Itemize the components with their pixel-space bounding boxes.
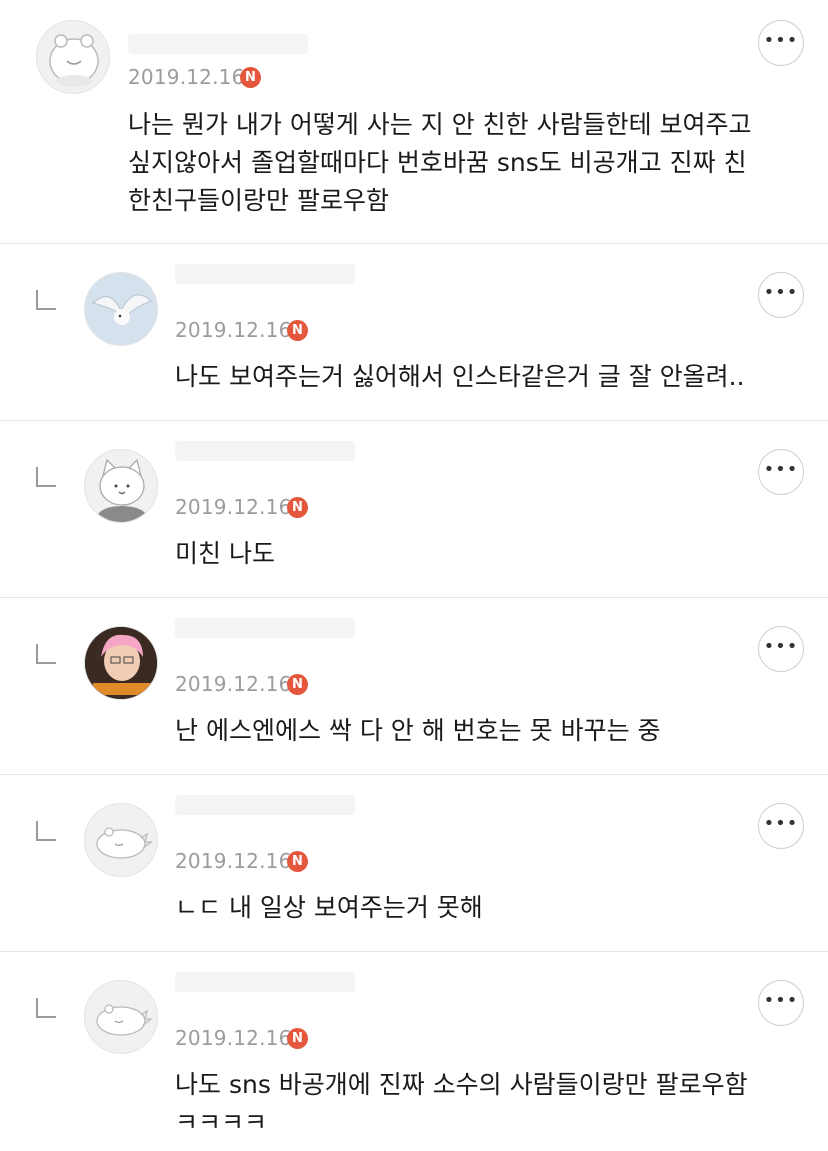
bird-photo-avatar[interactable] [84,272,158,346]
reply-arrow-icon [36,290,56,310]
nickname[interactable] [175,437,355,465]
reply-item: 2019.12.16 N ••• 난 에스엔에스 싹 다 안 해 번호는 못 바… [0,598,828,775]
reply-arrow-icon [36,467,56,487]
comment-text-line: 난 에스엔에스 싹 다 안 해 번호는 못 바꾸는 중 [175,716,661,745]
comment-date: 2019.12.16 [175,495,292,519]
comment-text: ㄴㄷ 내 일상 보여주는거 못해 [175,889,483,927]
comment-text-line: 나도 보여주는거 싫어해서 인스타같은거 글 잘 안올려.. [175,362,745,391]
hamster-avatar[interactable] [84,980,158,1054]
comment-item: 2019.12.16 N ••• 나는 뭔가 내가 어떻게 사는 지 안 친한 … [0,0,828,244]
more-options-button[interactable]: ••• [758,803,804,849]
comment-date: 2019.12.16 [175,318,292,342]
new-badge: N [240,67,261,88]
hamster-avatar[interactable] [36,20,110,94]
more-options-button[interactable]: ••• [758,20,804,66]
comment-text-line: 나는 뭔가 내가 어떻게 사는 지 안 친한 사람들한테 보여주고 [128,110,752,139]
comment-text-line: ㅋㅋㅋㅋ [175,1108,268,1137]
more-options-button[interactable]: ••• [758,272,804,318]
comment-date: 2019.12.16 [175,1026,292,1050]
pink-hair-photo-avatar[interactable] [84,626,158,700]
more-options-button[interactable]: ••• [758,449,804,495]
reply-item: 2019.12.16 N ••• 나도 sns 바공개에 진짜 소수의 사람들이… [0,952,828,1151]
comment-date: 2019.12.16 [175,849,292,873]
new-badge: N [287,1028,308,1049]
comment-text-line: 나도 sns 바공개에 진짜 소수의 사람들이랑만 팔로우함 [175,1070,748,1099]
comment-text: 난 에스엔에스 싹 다 안 해 번호는 못 바꾸는 중 [175,712,661,750]
new-badge: N [287,320,308,341]
comment-text-line: 미친 나도 [175,539,275,568]
comment-text-line: 싶지않아서 졸업할때마다 번호바꿈 sns도 비공개고 진짜 친 [128,148,747,177]
more-options-button[interactable]: ••• [758,980,804,1026]
new-badge: N [287,497,308,518]
reply-item: 2019.12.16 N ••• 나도 보여주는거 싫어해서 인스타같은거 글 … [0,244,828,421]
comment-text: 나도 보여주는거 싫어해서 인스타같은거 글 잘 안올려.. [175,358,745,396]
new-badge: N [287,851,308,872]
more-options-button[interactable]: ••• [758,626,804,672]
comment-text: 미친 나도 [175,535,275,573]
comment-text-line: ㄴㄷ 내 일상 보여주는거 못해 [175,893,483,922]
nickname[interactable] [175,791,355,819]
reply-arrow-icon [36,998,56,1018]
comment-text: 나는 뭔가 내가 어떻게 사는 지 안 친한 사람들한테 보여주고 싶지않아서 … [128,106,752,220]
nickname[interactable] [175,260,355,288]
reply-arrow-icon [36,821,56,841]
hamster-avatar[interactable] [84,803,158,877]
comment-date: 2019.12.16 [128,65,245,89]
nickname[interactable] [128,30,308,58]
comment-text: 나도 sns 바공개에 진짜 소수의 사람들이랑만 팔로우함 ㅋㅋㅋㅋ [175,1066,748,1142]
new-badge: N [287,674,308,695]
reply-arrow-icon [36,644,56,664]
nickname[interactable] [175,968,355,996]
comment-date: 2019.12.16 [175,672,292,696]
nickname[interactable] [175,614,355,642]
reply-item: 2019.12.16 N ••• 미친 나도 [0,421,828,598]
cat-avatar[interactable] [84,449,158,523]
reply-item: 2019.12.16 N ••• ㄴㄷ 내 일상 보여주는거 못해 [0,775,828,952]
comment-text-line: 한친구들이랑만 팔로우함 [128,186,389,215]
